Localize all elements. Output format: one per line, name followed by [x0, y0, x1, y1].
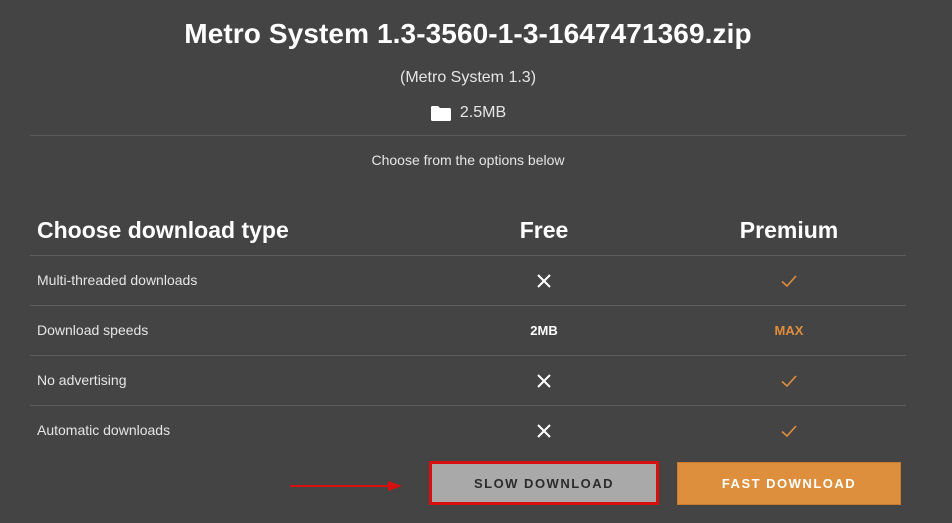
file-size: 2.5MB: [0, 104, 936, 122]
red-arrow-icon: [290, 481, 402, 491]
file-size-value: 2.5MB: [459, 104, 507, 121]
cross-icon: [535, 372, 553, 390]
feature-label: No advertising: [37, 372, 127, 388]
download-page: Metro System 1.3-3560-1-3-1647471369.zip…: [0, 0, 952, 523]
table-row: Download speeds 2MB MAX: [30, 305, 906, 355]
premium-cell: [694, 406, 884, 455]
feature-label: Download speeds: [37, 322, 149, 338]
cross-icon: [535, 272, 553, 290]
cross-icon: [535, 422, 553, 440]
feature-label: Automatic downloads: [37, 422, 171, 438]
check-icon: [780, 372, 798, 390]
premium-cell: MAX: [694, 306, 884, 355]
free-cell: 2MB: [449, 306, 639, 355]
file-subtitle: (Metro System 1.3): [399, 69, 537, 86]
slow-download-button[interactable]: SLOW DOWNLOAD: [429, 461, 659, 505]
free-cell: [449, 256, 639, 305]
instructions-text: Choose from the options below: [371, 152, 565, 168]
check-icon: [780, 272, 798, 290]
table-body: Multi-threaded downloads Download speeds 2…: [30, 255, 906, 455]
free-value: 2MB: [530, 323, 558, 338]
check-icon: [780, 422, 798, 440]
free-cell: [449, 356, 639, 405]
table-row: Automatic downloads: [30, 405, 906, 455]
feature-label: Multi-threaded downloads: [37, 272, 198, 288]
header-free: Free: [519, 217, 569, 243]
file-title: Metro System 1.3-3560-1-3-1647471369.zip: [184, 18, 752, 49]
premium-cell: [694, 356, 884, 405]
header-download-type: Choose download type: [37, 217, 289, 243]
folder-icon: [430, 105, 451, 121]
header-premium: Premium: [739, 217, 839, 243]
premium-value: MAX: [774, 323, 804, 338]
free-cell: [449, 406, 639, 455]
download-type-table: Choose download type Free Premium Multi-…: [30, 205, 906, 455]
fast-download-button[interactable]: FAST DOWNLOAD: [677, 462, 901, 505]
divider: [30, 135, 906, 136]
table-header: Choose download type Free Premium: [30, 205, 906, 255]
table-row: No advertising: [30, 355, 906, 405]
premium-cell: [694, 256, 884, 305]
table-row: Multi-threaded downloads: [30, 255, 906, 305]
